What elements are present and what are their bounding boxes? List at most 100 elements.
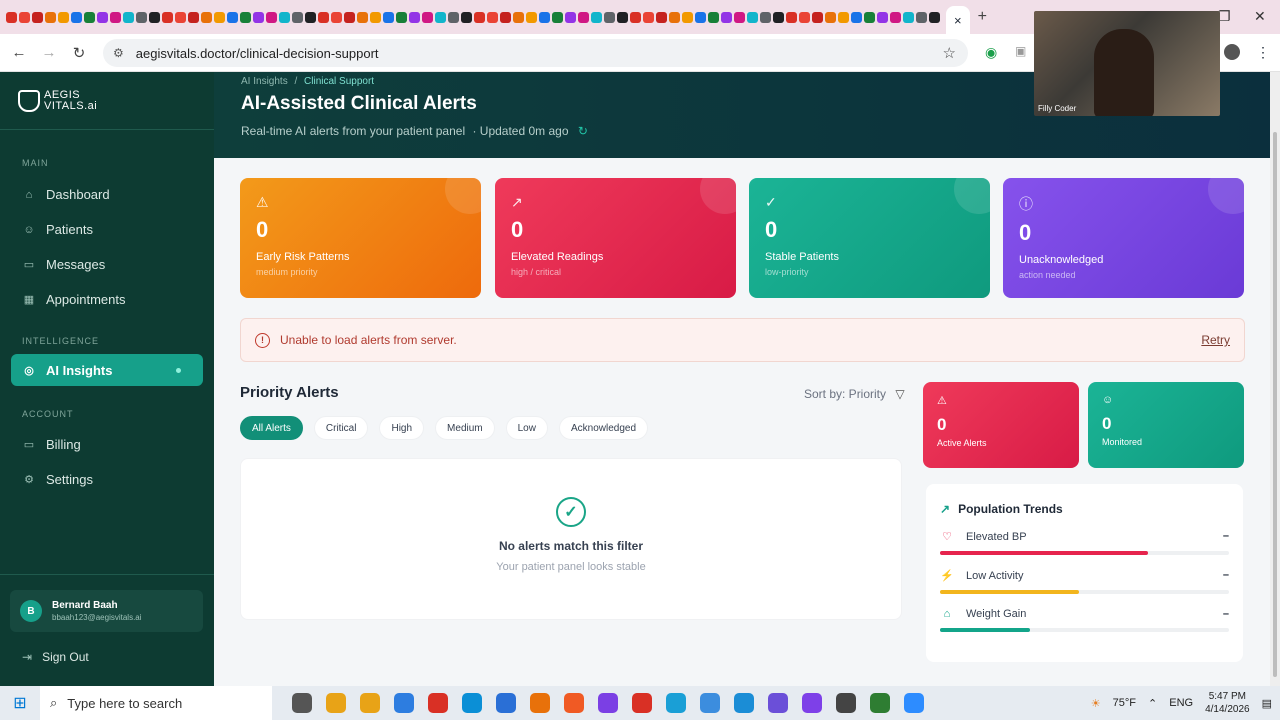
- stat-card-monitored[interactable]: ☺ 0 Monitored: [1088, 382, 1244, 468]
- pinned-tab-favicon[interactable]: [266, 11, 277, 23]
- taskbar-app-icon[interactable]: [768, 693, 788, 713]
- pinned-tab-favicons[interactable]: [6, 11, 940, 23]
- taskbar-app-icon[interactable]: [564, 693, 584, 713]
- taskbar-app-icon[interactable]: [734, 693, 754, 713]
- taskbar-app-icon[interactable]: [428, 693, 448, 713]
- pinned-tab-favicon[interactable]: [799, 11, 810, 23]
- taskbar-app-icon[interactable]: [598, 693, 618, 713]
- tray-expand-icon[interactable]: ⌃: [1148, 697, 1157, 710]
- pinned-tab-favicon[interactable]: [487, 11, 498, 23]
- sidebar-item-billing[interactable]: ▭ Billing: [0, 427, 214, 462]
- pinned-tab-favicon[interactable]: [123, 11, 134, 23]
- pinned-tab-favicon[interactable]: [396, 11, 407, 23]
- windows-start-icon[interactable]: ⊞: [0, 693, 40, 713]
- new-tab-button[interactable]: +: [978, 8, 987, 26]
- pinned-tab-favicon[interactable]: [773, 11, 784, 23]
- pinned-tab-favicon[interactable]: [461, 11, 472, 23]
- pinned-tab-favicon[interactable]: [591, 11, 602, 23]
- pinned-tab-favicon[interactable]: [500, 11, 511, 23]
- reload-icon[interactable]: ↻: [64, 44, 94, 62]
- filter-chip-all[interactable]: All Alerts: [240, 416, 303, 440]
- sign-out-button[interactable]: ⇥ Sign Out: [22, 650, 89, 664]
- forward-icon[interactable]: →: [34, 44, 64, 61]
- pinned-tab-favicon[interactable]: [552, 11, 563, 23]
- pinned-tab-favicon[interactable]: [253, 11, 264, 23]
- pinned-tab-favicon[interactable]: [71, 11, 82, 23]
- filter-chip-medium[interactable]: Medium: [435, 416, 495, 440]
- pinned-tab-favicon[interactable]: [604, 11, 615, 23]
- pinned-tab-favicon[interactable]: [838, 11, 849, 23]
- extension-icon[interactable]: ◉: [985, 44, 997, 61]
- taskbar-app-icon[interactable]: [836, 693, 856, 713]
- pinned-tab-favicon[interactable]: [539, 11, 550, 23]
- pinned-tab-favicon[interactable]: [305, 11, 316, 23]
- language-indicator[interactable]: ENG: [1169, 697, 1193, 709]
- pinned-tab-favicon[interactable]: [292, 11, 303, 23]
- back-icon[interactable]: ←: [4, 44, 34, 61]
- pinned-tab-favicon[interactable]: [136, 11, 147, 23]
- pinned-tab-favicon[interactable]: [84, 11, 95, 23]
- sidebar-item-settings[interactable]: ⚙ Settings: [0, 462, 214, 497]
- pinned-tab-favicon[interactable]: [669, 11, 680, 23]
- pinned-tab-favicon[interactable]: [422, 11, 433, 23]
- window-close-icon[interactable]: ✕: [1254, 8, 1266, 25]
- taskbar-app-icon[interactable]: [904, 693, 924, 713]
- pinned-tab-favicon[interactable]: [578, 11, 589, 23]
- pinned-tab-favicon[interactable]: [916, 11, 927, 23]
- site-info-icon[interactable]: ⚙: [113, 46, 124, 60]
- taskbar-app-icon[interactable]: [700, 693, 720, 713]
- taskbar-app-icon[interactable]: [496, 693, 516, 713]
- taskbar-app-icon[interactable]: [666, 693, 686, 713]
- pinned-tab-favicon[interactable]: [279, 11, 290, 23]
- profile-avatar-icon[interactable]: [1224, 44, 1240, 60]
- user-profile-card[interactable]: B Bernard Baah bbaah123@aegisvitals.ai: [10, 590, 203, 632]
- pinned-tab-favicon[interactable]: [448, 11, 459, 23]
- pinned-tab-favicon[interactable]: [344, 11, 355, 23]
- brand-logo[interactable]: AEGIS VITALS.ai: [0, 72, 214, 130]
- filter-chip-acknowledged[interactable]: Acknowledged: [558, 416, 649, 440]
- taskbar-search[interactable]: ⌕ Type here to search: [40, 686, 272, 720]
- pinned-tab-favicon[interactable]: [45, 11, 56, 23]
- kpi-card-elevated-readings[interactable]: ↗ 0 Elevated Readings high / critical: [495, 178, 736, 298]
- pinned-tab-favicon[interactable]: [474, 11, 485, 23]
- pinned-tab-favicon[interactable]: [786, 11, 797, 23]
- pinned-tab-favicon[interactable]: [877, 11, 888, 23]
- pinned-tab-favicon[interactable]: [721, 11, 732, 23]
- pinned-tab-favicon[interactable]: [58, 11, 69, 23]
- pinned-tab-favicon[interactable]: [97, 11, 108, 23]
- pinned-tab-favicon[interactable]: [643, 11, 654, 23]
- pinned-tab-favicon[interactable]: [656, 11, 667, 23]
- pinned-tab-favicon[interactable]: [747, 11, 758, 23]
- taskbar-app-icon[interactable]: [292, 693, 312, 713]
- weather-temp[interactable]: 75°F: [1113, 697, 1136, 709]
- url-text[interactable]: aegisvitals.doctor/clinical-decision-sup…: [136, 46, 379, 61]
- sort-dropdown[interactable]: Sort by: Priority ▽: [804, 387, 905, 401]
- notifications-icon[interactable]: ▤: [1262, 697, 1272, 710]
- taskbar-app-icon[interactable]: [870, 693, 890, 713]
- pinned-tab-favicon[interactable]: [214, 11, 225, 23]
- retry-button[interactable]: Retry: [1201, 333, 1230, 347]
- kpi-card-unacknowledged[interactable]: ⓘ 0 Unacknowledged action needed: [1003, 178, 1244, 298]
- clock[interactable]: 5:47 PM 4/14/2026: [1205, 690, 1250, 716]
- pinned-tab-favicon[interactable]: [357, 11, 368, 23]
- pinned-tab-favicon[interactable]: [162, 11, 173, 23]
- weather-icon[interactable]: ☀: [1091, 697, 1101, 710]
- breadcrumb-parent[interactable]: AI Insights: [241, 76, 288, 87]
- pinned-tab-favicon[interactable]: [760, 11, 771, 23]
- taskbar-app-icon[interactable]: [802, 693, 822, 713]
- taskbar-app-icon[interactable]: [360, 693, 380, 713]
- browser-menu-icon[interactable]: ⋮: [1256, 44, 1270, 61]
- pinned-tab-favicon[interactable]: [188, 11, 199, 23]
- pinned-tab-favicon[interactable]: [890, 11, 901, 23]
- taskbar-app-icon[interactable]: [632, 693, 652, 713]
- pinned-tab-favicon[interactable]: [383, 11, 394, 23]
- pinned-tab-favicon[interactable]: [227, 11, 238, 23]
- pinned-tab-favicon[interactable]: [682, 11, 693, 23]
- pinned-tab-favicon[interactable]: [201, 11, 212, 23]
- bookmark-star-icon[interactable]: ☆: [943, 44, 956, 62]
- taskbar-app-icon[interactable]: [394, 693, 414, 713]
- url-bar[interactable]: ⚙ aegisvitals.doctor/clinical-decision-s…: [103, 39, 968, 67]
- filter-chip-high[interactable]: High: [379, 416, 425, 440]
- stat-card-active-alerts[interactable]: ⚠ 0 Active Alerts: [923, 382, 1079, 468]
- sidebar-item-patients[interactable]: ☺ Patients: [0, 212, 214, 247]
